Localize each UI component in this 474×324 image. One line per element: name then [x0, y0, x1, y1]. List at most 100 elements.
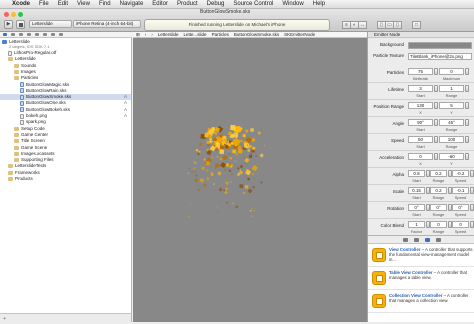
parameter-field[interactable]: -0.1: [452, 187, 469, 194]
jumpbar-crumb-3[interactable]: Particles: [212, 32, 229, 37]
menu-view[interactable]: View: [77, 1, 90, 7]
parameter-field[interactable]: 75: [408, 68, 433, 75]
navigator-item[interactable]: Setup Code: [0, 126, 131, 132]
parameter-field[interactable]: 1: [408, 221, 425, 228]
destination-selector[interactable]: iPhone Retina (4-inch 64-bit): [73, 20, 141, 28]
stepper-control[interactable]: [465, 119, 469, 126]
jumpbar-crumb-4[interactable]: ButtonGlowSmoke.sks: [234, 32, 279, 37]
navigator-item[interactable]: bokeh.png A: [0, 113, 131, 119]
navigator-item[interactable]: LetterslideTests: [0, 163, 131, 169]
library-item-view-controller[interactable]: View Controller – A controller that supp…: [368, 245, 474, 267]
parameter-field[interactable]: 45°: [439, 119, 464, 126]
code-snippets-icon[interactable]: [413, 237, 419, 242]
library-item-collection-view-controller[interactable]: Collection View Controller – A controlle…: [368, 291, 474, 313]
parameter-field[interactable]: 0.8: [408, 170, 425, 177]
stepper-control[interactable]: [434, 102, 438, 109]
stepper-control[interactable]: [434, 119, 438, 126]
find-navigator-icon[interactable]: [19, 33, 23, 36]
debug-navigator-icon[interactable]: [43, 33, 47, 36]
stepper-control[interactable]: [470, 204, 474, 211]
navigator-item[interactable]: Game Scene: [0, 145, 131, 151]
parameter-field[interactable]: 0.15: [408, 187, 425, 194]
stepper-control[interactable]: [470, 221, 474, 228]
related-items-icon[interactable]: ⊞: [136, 32, 140, 37]
menu-find[interactable]: Find: [99, 1, 111, 7]
version-editor-icon[interactable]: ↔: [358, 21, 367, 29]
log-navigator-icon[interactable]: [59, 33, 63, 36]
minimize-window-button[interactable]: [11, 12, 16, 17]
symbol-navigator-icon[interactable]: [11, 33, 15, 36]
close-window-button[interactable]: [4, 12, 9, 17]
navigator-item[interactable]: LithosPro-Regular.otf: [0, 50, 131, 56]
stepper-control[interactable]: [470, 187, 474, 194]
navigator-item[interactable]: Products: [0, 176, 131, 182]
stepper-control[interactable]: [465, 102, 469, 109]
media-library-icon[interactable]: [435, 237, 441, 242]
navigator-item[interactable]: spark.png: [0, 119, 131, 125]
zoom-window-button[interactable]: [18, 12, 23, 17]
navigator-item[interactable]: ButtonGlowSmoke.sks A: [0, 94, 131, 101]
parameter-field[interactable]: 0.2: [430, 187, 447, 194]
navigator-item[interactable]: Title Screen: [0, 138, 131, 144]
navigator-item[interactable]: Particles: [0, 75, 131, 81]
parameter-field[interactable]: 0: [430, 221, 447, 228]
stepper-control[interactable]: [465, 153, 469, 160]
navigator-item[interactable]: Game Center: [0, 132, 131, 138]
parameter-field[interactable]: -0.2: [452, 170, 469, 177]
menu-source-control[interactable]: Source Control: [233, 1, 273, 7]
organizer-icon[interactable]: □: [412, 21, 421, 29]
parameter-field[interactable]: 100: [439, 136, 464, 143]
parameter-field[interactable]: 0°: [452, 204, 469, 211]
parameter-field[interactable]: 130: [408, 102, 433, 109]
navigator-item[interactable]: Frameworks: [0, 170, 131, 176]
scheme-selector[interactable]: Letterslide: [29, 20, 72, 28]
navigator-item[interactable]: Sounds: [0, 63, 131, 69]
menu-edit[interactable]: Edit: [58, 1, 68, 7]
stepper-control[interactable]: [465, 136, 469, 143]
parameter-field[interactable]: 90°: [408, 119, 433, 126]
stepper-control[interactable]: [434, 68, 438, 75]
parameter-field[interactable]: 0°: [430, 204, 447, 211]
menu-file[interactable]: File: [39, 1, 49, 7]
breakpoint-navigator-icon[interactable]: [51, 33, 55, 36]
stepper-control[interactable]: [434, 136, 438, 143]
navigator-item[interactable]: Images.xcassets: [0, 151, 131, 157]
parameter-field[interactable]: 5: [439, 102, 464, 109]
parameter-field[interactable]: 50: [408, 136, 433, 143]
menu-editor[interactable]: Editor: [152, 1, 168, 7]
run-button[interactable]: ▶: [4, 20, 13, 29]
menu-window[interactable]: Window: [282, 1, 303, 7]
parameter-field[interactable]: 3: [408, 85, 433, 92]
navigator-item[interactable]: ButtonGlowRain.sks: [0, 88, 131, 94]
texture-field[interactable]: TileBlank_iPhone@2x.png: [408, 53, 472, 60]
stepper-control[interactable]: [465, 68, 469, 75]
jumpbar-crumb-2[interactable]: Lette...slide: [184, 32, 207, 37]
stop-button[interactable]: [16, 20, 25, 29]
menu-app-name[interactable]: Xcode: [12, 1, 30, 7]
navigator-item[interactable]: ButtonGlowBokeh.sks A: [0, 107, 131, 113]
parameter-field[interactable]: 0: [452, 221, 469, 228]
add-file-icon[interactable]: +: [3, 316, 6, 322]
parameter-field[interactable]: 0: [408, 153, 433, 160]
parameter-field[interactable]: -60: [439, 153, 464, 160]
navigator-item[interactable]: Supporting Files: [0, 157, 131, 163]
stepper-control[interactable]: [434, 153, 438, 160]
parameter-field[interactable]: 0: [439, 68, 464, 75]
stepper-control[interactable]: [434, 85, 438, 92]
menu-navigate[interactable]: Navigate: [120, 1, 144, 7]
object-library-icon[interactable]: [424, 237, 430, 242]
jumpbar-crumb-1[interactable]: Letterslide: [158, 32, 179, 37]
forward-icon[interactable]: ›: [151, 32, 153, 37]
emitter-canvas[interactable]: [133, 38, 367, 322]
toggle-utilities-icon[interactable]: ▯: [393, 21, 402, 29]
library-item-table-view-controller[interactable]: Table View Controller – A controller tha…: [368, 268, 474, 290]
navigator-item[interactable]: Images: [0, 69, 131, 75]
test-navigator-icon[interactable]: [35, 33, 39, 36]
menu-debug[interactable]: Debug: [207, 1, 225, 7]
parameter-field[interactable]: 1: [439, 85, 464, 92]
background-color-well[interactable]: [408, 42, 472, 49]
issue-navigator-icon[interactable]: [27, 33, 31, 36]
jumpbar-crumb-5[interactable]: SKEmitterNode: [284, 32, 315, 37]
parameter-field[interactable]: 0°: [408, 204, 425, 211]
back-icon[interactable]: ‹: [145, 32, 147, 37]
